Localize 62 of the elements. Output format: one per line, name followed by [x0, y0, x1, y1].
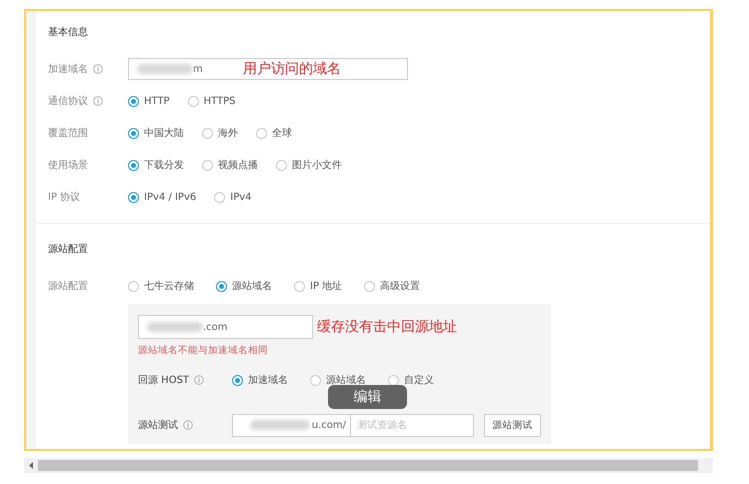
radio-label[interactable]: 全球 [272, 126, 292, 140]
radio-button[interactable] [216, 280, 227, 292]
radio-label[interactable]: 中国大陆 [144, 126, 184, 140]
radio-button[interactable] [310, 374, 321, 386]
field-label: 回源 HOST [138, 374, 190, 387]
radio-button[interactable] [128, 128, 139, 138]
radio-label[interactable]: 加速域名 [248, 373, 288, 387]
radio-button[interactable] [232, 374, 243, 386]
blurred-text [147, 322, 203, 332]
field-label: 使用场景 [48, 158, 88, 172]
radio-label[interactable]: 源站域名 [326, 373, 366, 387]
field-label: IP 协议 [48, 190, 80, 204]
radio-label[interactable]: 高级设置 [380, 279, 420, 293]
section-title: 基本信息 [48, 26, 89, 40]
radio-button[interactable] [188, 96, 199, 106]
radio-label[interactable]: 自定义 [404, 373, 434, 387]
radio-button[interactable] [256, 128, 267, 138]
annotation-text: 用户访问的域名 [242, 60, 341, 78]
test-url-field[interactable]: u.com/ [232, 414, 351, 436]
radio-label[interactable]: HTTPS [204, 96, 236, 106]
radio-button[interactable] [214, 192, 226, 202]
blurred-text [250, 420, 310, 430]
radio-button[interactable] [276, 160, 287, 170]
radio-button[interactable] [294, 280, 305, 292]
annotation-text: 缓存没有击中回源地址 [317, 318, 457, 336]
radio-label[interactable]: 图片小文件 [292, 158, 342, 172]
field-value: m [193, 64, 203, 74]
scrollbar-thumb[interactable] [38, 460, 698, 471]
resource-name-field[interactable]: 测试资源名 [351, 414, 474, 436]
radio-label[interactable]: 下载分发 [144, 158, 184, 172]
radio-label[interactable]: HTTP [144, 96, 170, 106]
radio-label[interactable]: IP 地址 [310, 279, 342, 293]
section-title: 源站配置 [48, 242, 89, 257]
radio-button[interactable] [128, 96, 139, 106]
radio-label[interactable]: 七牛云存储 [144, 279, 194, 293]
radio-label[interactable]: 视频点播 [218, 158, 258, 172]
scroll-left-icon[interactable] [29, 462, 33, 469]
radio-button[interactable] [364, 280, 376, 292]
origin-domain-field[interactable]: .com [138, 315, 313, 339]
error-message: 源站域名不能与加速域名相同 [138, 344, 269, 357]
field-label: 加速域名 [48, 62, 88, 76]
radio-label[interactable]: IPv4 / IPv6 [144, 192, 196, 202]
field-value: u.com/ [312, 420, 346, 430]
field-label: 源站配置 [48, 280, 88, 293]
field-label: 源站测试 [138, 418, 178, 432]
radio-button[interactable] [202, 128, 213, 138]
radio-label[interactable]: 海外 [218, 126, 238, 140]
field-value: .com [203, 322, 228, 332]
radio-button[interactable] [202, 160, 213, 170]
field-label: 覆盖范围 [48, 126, 88, 140]
field-label: 通信协议 [48, 94, 88, 108]
radio-button[interactable] [128, 192, 139, 202]
radio-button[interactable] [388, 374, 399, 386]
edit-tooltip[interactable]: 编辑 [328, 385, 407, 409]
test-button[interactable]: 源站测试 [484, 414, 541, 436]
radio-button[interactable] [128, 280, 139, 292]
horizontal-scrollbar[interactable] [24, 458, 713, 473]
radio-label[interactable]: IPv4 [230, 192, 252, 202]
domain-field[interactable]: m 用户访问的域名 [128, 58, 408, 80]
radio-button[interactable] [128, 160, 139, 170]
blurred-text [137, 64, 193, 74]
radio-label[interactable]: 源站域名 [232, 279, 272, 293]
